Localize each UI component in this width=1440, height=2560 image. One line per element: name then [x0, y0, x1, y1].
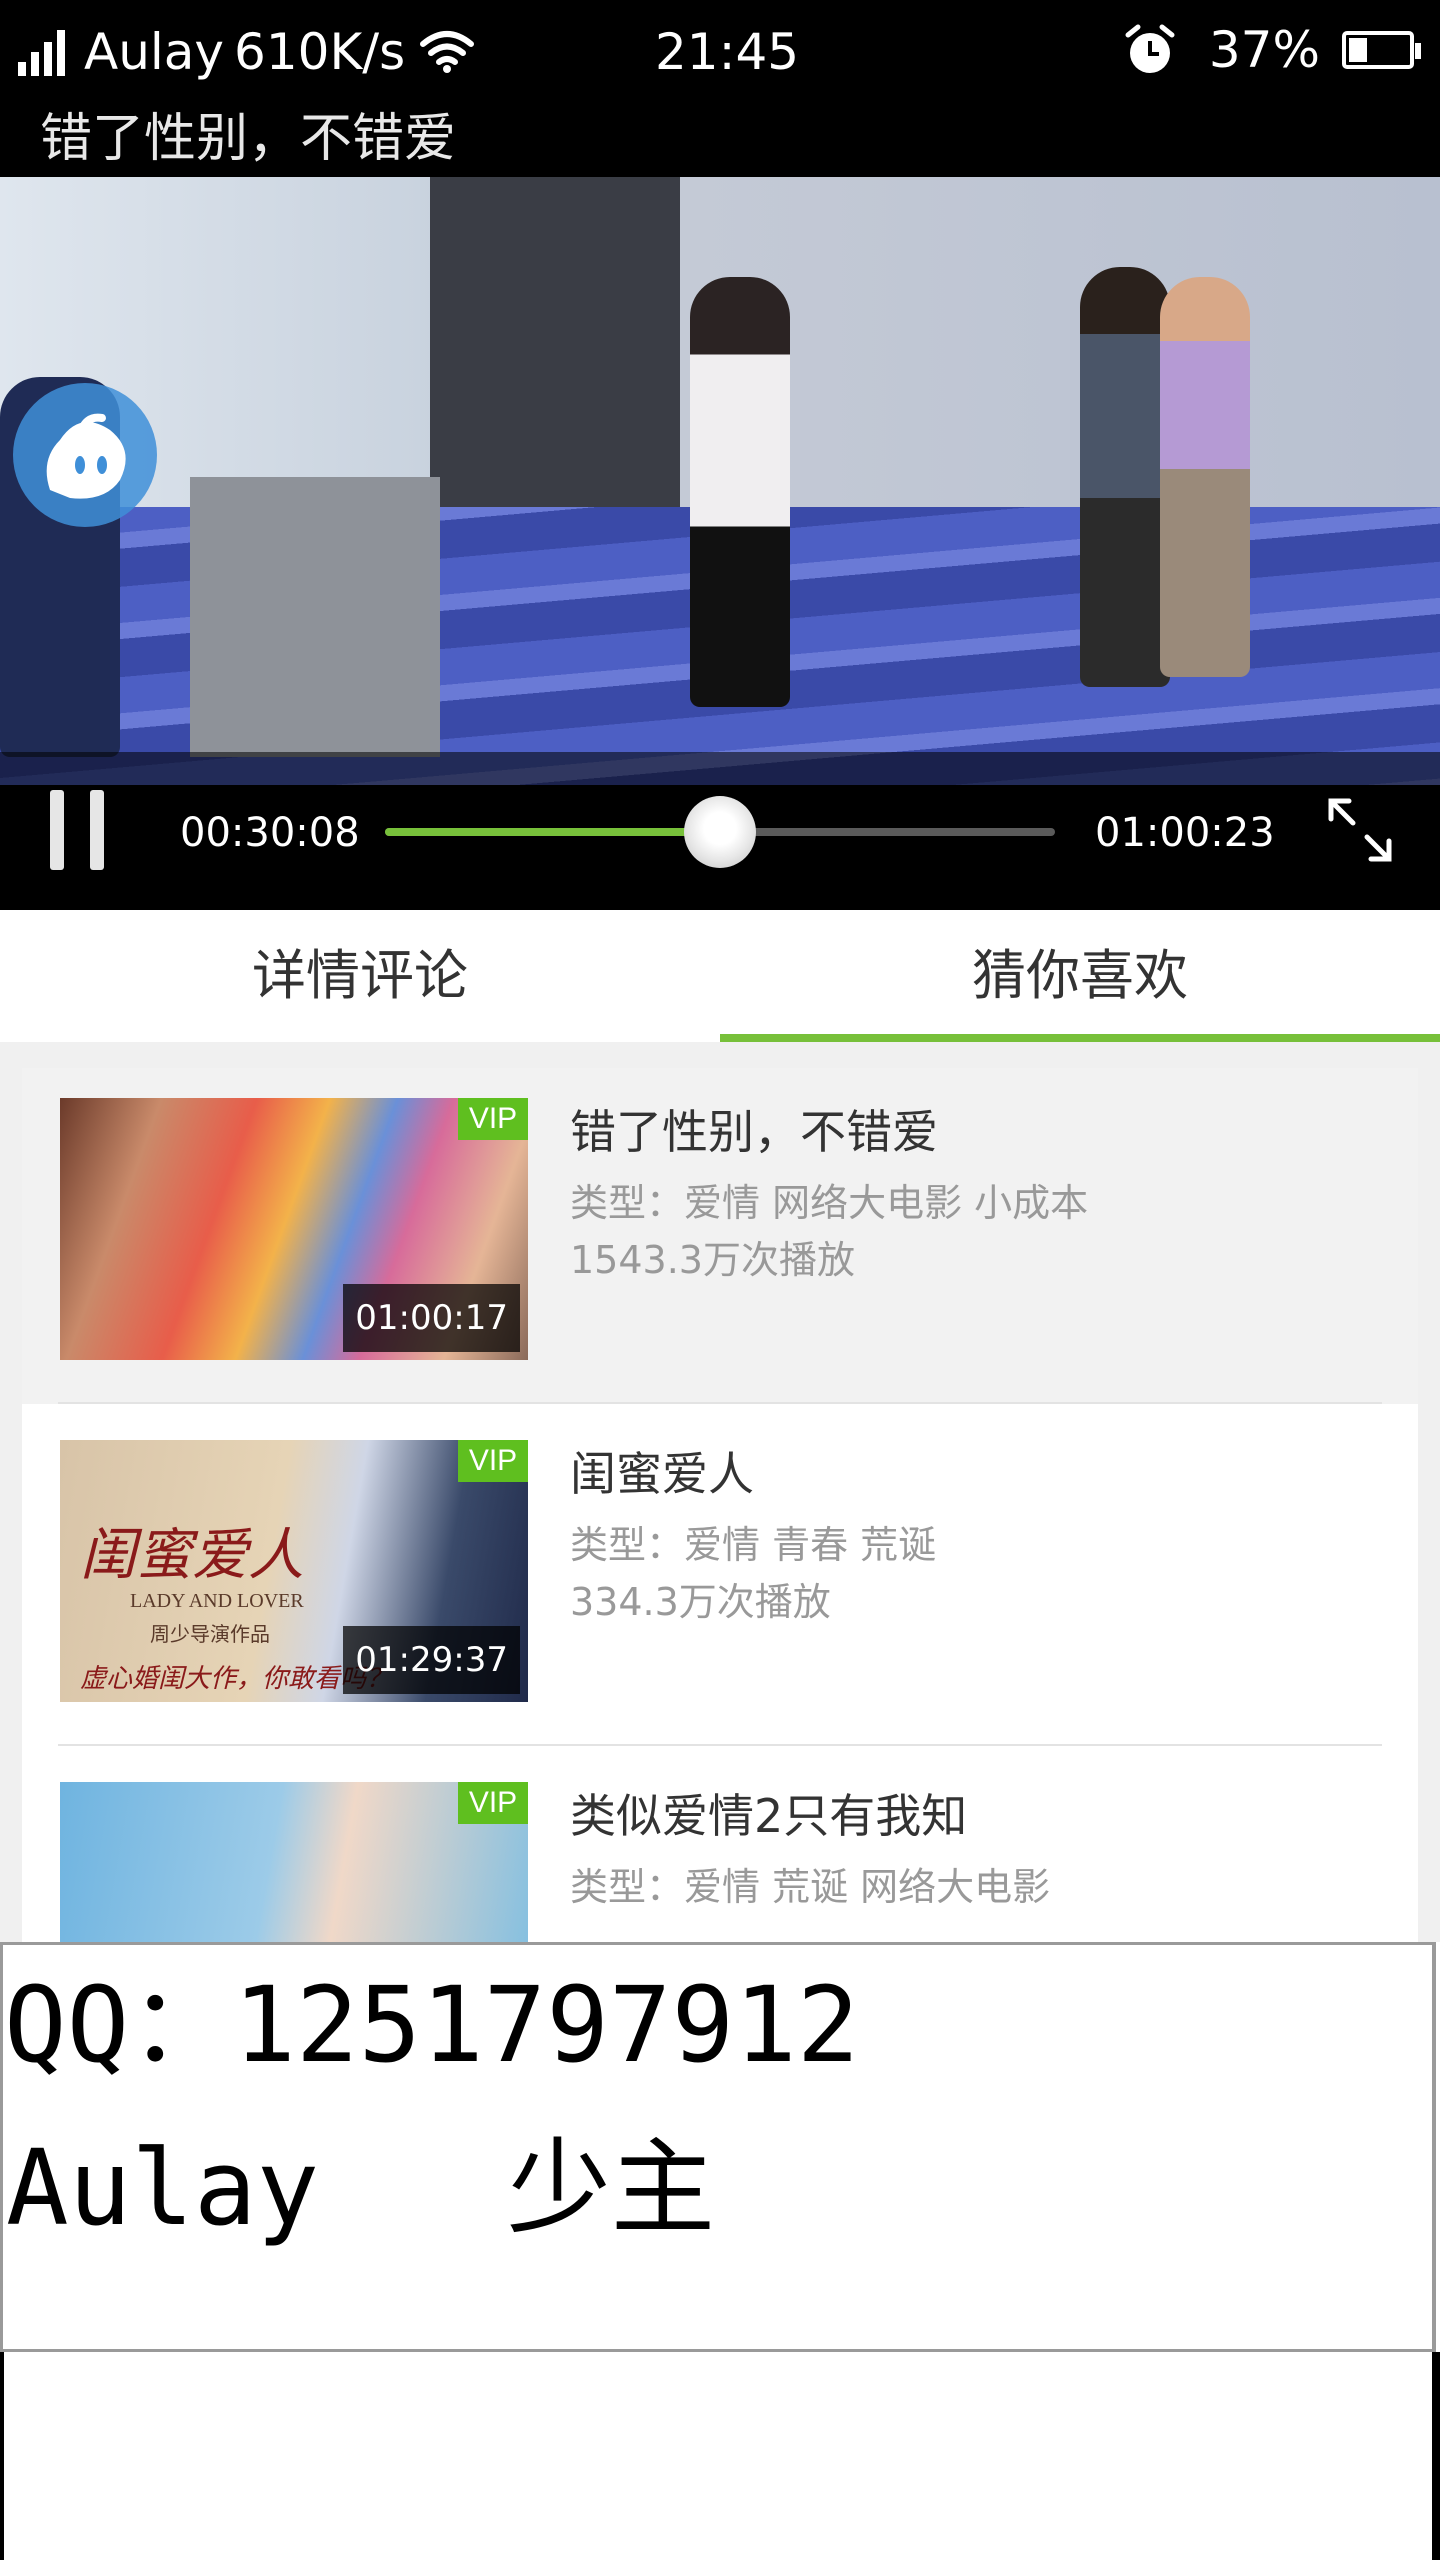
video-player[interactable]	[0, 177, 1440, 785]
watermark-qq: QQ：1251797912	[4, 1964, 860, 2086]
bottom-border-left	[0, 2352, 4, 2560]
video-scene-figure	[1160, 277, 1250, 677]
video-scene-podium	[190, 477, 440, 757]
active-tab-indicator	[720, 1034, 1440, 1042]
video-scene-wall-right	[680, 177, 1440, 537]
progress-knob[interactable]	[684, 796, 756, 868]
vip-badge: VIP	[458, 1098, 528, 1140]
carrier-label: Aulay	[84, 23, 225, 81]
status-bar: Aulay 610K/s 21:45 37%	[0, 0, 1440, 105]
video-thumbnail[interactable]: 闺蜜爱人 LADY AND LOVER 周少导演作品 虚心婚闺大作，你敢看吗？ …	[60, 1440, 528, 1702]
video-title-bar: 错了性别，不错爱	[0, 105, 1440, 177]
fullscreen-icon[interactable]	[1325, 795, 1395, 865]
item-type: 类型：爱情 网络大电影 小成本	[570, 1181, 1089, 1225]
video-scene-figure	[690, 277, 790, 707]
vip-badge: VIP	[458, 1440, 528, 1482]
video-bottom-shade	[0, 752, 1440, 785]
progress-fill	[385, 828, 720, 836]
progress-track[interactable]	[385, 796, 1055, 868]
video-thumbnail[interactable]: VIP	[60, 1782, 528, 1946]
video-thumbnail[interactable]: VIP 01:00:17	[60, 1098, 528, 1360]
battery-icon	[1342, 31, 1421, 69]
battery-level-fill	[1349, 38, 1367, 62]
duration-label: 01:29:37	[343, 1626, 520, 1694]
item-title[interactable]: 错了性别，不错爱	[570, 1102, 938, 1162]
current-time: 00:30:08	[180, 810, 360, 856]
pause-icon[interactable]	[50, 790, 112, 870]
watermark-name: Aulay 少主	[6, 2127, 715, 2249]
battery-percent: 37%	[1208, 21, 1320, 79]
bubble-logo-icon[interactable]	[10, 380, 160, 530]
item-plays: 334.3万次播放	[570, 1580, 831, 1624]
clock: 21:45	[655, 23, 800, 81]
vip-badge: VIP	[458, 1782, 528, 1824]
network-speed: 610K/s	[234, 23, 406, 81]
alarm-icon	[1125, 24, 1175, 73]
item-plays: 1543.3万次播放	[570, 1238, 855, 1282]
item-title[interactable]: 类似爱情2只有我知	[570, 1786, 967, 1846]
tab-recommended[interactable]: 猜你喜欢	[720, 910, 1440, 1042]
tab-bar: 详情评论 猜你喜欢	[0, 910, 1440, 1044]
video-title: 错了性别，不错爱	[40, 109, 457, 169]
poster-title: 闺蜜爱人	[80, 1523, 304, 1588]
signal-icon	[18, 28, 70, 76]
item-type: 类型：爱情 青春 荒诞	[570, 1523, 937, 1567]
poster-subtitle: 周少导演作品	[150, 1622, 270, 1646]
video-scene-figure	[1080, 267, 1170, 687]
tab-details-comments[interactable]: 详情评论	[0, 910, 720, 1042]
poster-english-title: LADY AND LOVER	[130, 1590, 304, 1612]
item-type: 类型：爱情 荒诞 网络大电影	[570, 1865, 1051, 1909]
item-title[interactable]: 闺蜜爱人	[570, 1444, 754, 1504]
wifi-icon	[420, 31, 475, 73]
total-time: 01:00:23	[1095, 810, 1275, 856]
duration-label: 01:00:17	[343, 1284, 520, 1352]
bottom-border-right	[1432, 2352, 1440, 2560]
